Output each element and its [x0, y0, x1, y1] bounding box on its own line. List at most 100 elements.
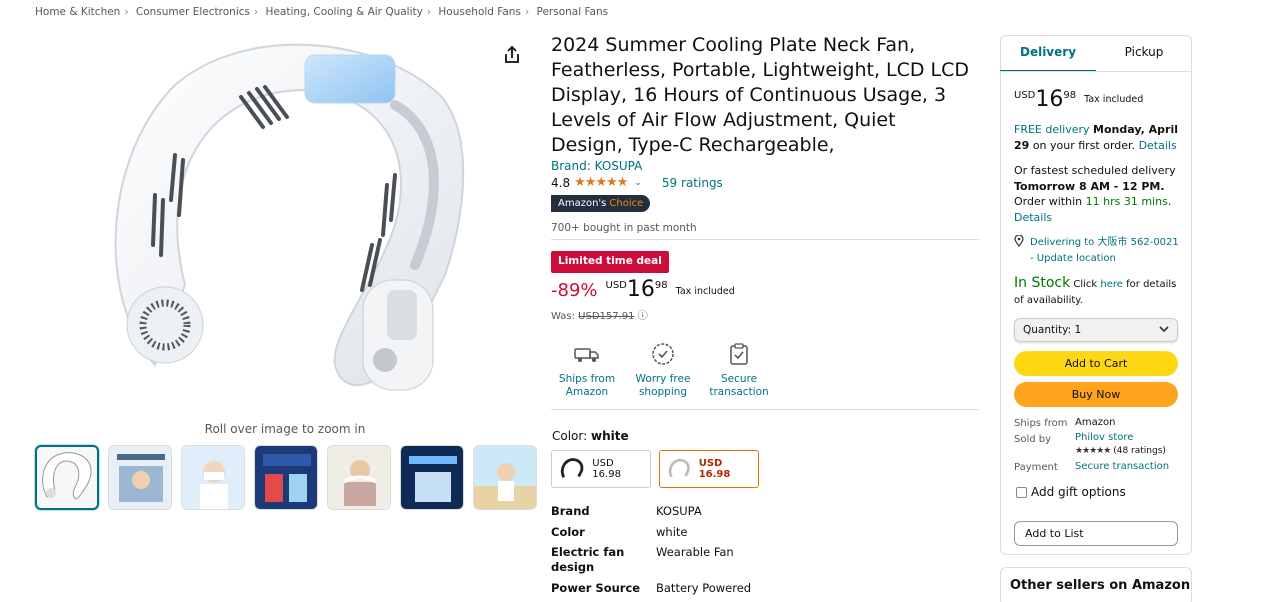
breadcrumb-separator: › [426, 6, 432, 18]
spec-key: Electric fan design [551, 545, 625, 574]
details-link[interactable]: Details [1014, 211, 1052, 224]
rating-value: 4.8 [551, 175, 571, 190]
here-link[interactable]: here [1100, 279, 1123, 290]
buy-now-button[interactable]: Buy Now [1014, 382, 1178, 407]
feature-label: Secure transaction [709, 373, 769, 398]
divider [551, 239, 979, 240]
spec-key: Brand [551, 504, 590, 518]
shield-badge-icon [632, 339, 694, 369]
badge-prefix: Amazon's [558, 198, 607, 209]
tax-note: Tax included [675, 286, 735, 297]
gift-options[interactable]: Add gift options [1016, 485, 1126, 499]
free-delivery-link[interactable]: FREE delivery [1014, 123, 1090, 136]
main-product-image[interactable] [95, 35, 475, 420]
color-swatch-black[interactable]: USD 16.98 [551, 450, 651, 488]
delivery-info: FREE delivery Monday, April 29 on your f… [1014, 122, 1182, 153]
color-label: Color: [552, 429, 588, 443]
feature-worry-free-shopping[interactable]: Worry free shopping [632, 339, 694, 399]
thumbnail-4[interactable] [254, 445, 318, 510]
spec-key: Power Source [551, 581, 641, 595]
swatch-price: USD 16.98 [592, 458, 621, 480]
spec-value: KOSUPA [656, 504, 702, 518]
sold-by-label: Sold by [1014, 434, 1052, 445]
other-sellers-title[interactable]: Other sellers on Amazon [1010, 578, 1190, 593]
spec-value: Battery Powered [656, 581, 752, 595]
color-swatch-white[interactable]: USD 16.98 [659, 450, 759, 488]
info-icon[interactable]: ⓘ [638, 311, 648, 322]
thumbnail-2[interactable] [108, 445, 172, 510]
seller-rating: ★★★★★ (48 ratings) [1075, 446, 1166, 456]
breadcrumb-item[interactable]: Heating, Cooling & Air Quality [266, 6, 423, 18]
in-stock-status: In Stock [1014, 275, 1071, 291]
thumbnail-7[interactable] [473, 445, 537, 510]
spec-value: Wearable Fan [656, 545, 734, 559]
stock-info: In Stock Click here for details of avail… [1014, 275, 1182, 308]
truck-icon [556, 339, 618, 369]
chevron-down-icon [1159, 324, 1169, 336]
price-row: -89% USD 16 98 Tax included [551, 278, 735, 302]
star-rating-icon[interactable]: ★★★★★ [574, 175, 628, 190]
discount-percent: -89% [551, 280, 598, 301]
gift-checkbox[interactable] [1016, 486, 1027, 498]
fastest-time: Tomorrow 8 AM - 12 PM [1014, 179, 1161, 193]
seller-link[interactable]: Philov store [1075, 432, 1133, 443]
countdown: 11 hrs 31 mins [1085, 195, 1168, 208]
seller-stars: ★★★★★ [1075, 446, 1111, 456]
ships-from-value: Amazon [1075, 417, 1116, 428]
deal-badge: Limited time deal [551, 251, 669, 273]
payment-link[interactable]: Secure transaction [1075, 461, 1169, 472]
zoom-hint: Roll over image to zoom in [204, 422, 366, 436]
feature-secure-transaction[interactable]: Secure transaction [708, 339, 770, 399]
add-to-cart-button[interactable]: Add to Cart [1014, 351, 1178, 376]
thumbnail-1[interactable] [35, 445, 99, 510]
price-fraction: 98 [654, 280, 668, 291]
black-fan-thumbnail [560, 458, 584, 479]
delivery-tabs: Delivery Pickup [1000, 35, 1192, 72]
rating-row: 4.8 ★★★★★ ⌄ 59 ratings [551, 175, 723, 190]
add-to-list-button[interactable]: Add to List [1014, 521, 1178, 546]
feature-label: Ships from Amazon [558, 373, 616, 398]
was-price: Was: USD157.91 ⓘ [551, 307, 648, 322]
breadcrumb-item[interactable]: Home & Kitchen [35, 6, 120, 18]
price-fraction: 98 [1063, 90, 1077, 101]
feature-ships-from-amazon[interactable]: Ships from Amazon [556, 339, 618, 399]
badge-choice: Choice [609, 198, 644, 209]
spec-key: Color [551, 525, 585, 539]
tab-pickup[interactable]: Pickup [1096, 35, 1192, 72]
divider [1000, 71, 1192, 72]
trust-features: Ships from Amazon Worry free shopping Se… [556, 339, 770, 399]
order-within: Order within [1014, 195, 1083, 208]
breadcrumb-item[interactable]: Consumer Electronics [136, 6, 250, 18]
details-link[interactable]: Details [1139, 139, 1177, 152]
breadcrumb-item[interactable]: Personal Fans [536, 6, 608, 18]
delivery-location[interactable]: Delivering to 大阪市 562-0021 - Update loca… [1014, 234, 1182, 266]
price-whole: 16 [626, 277, 655, 302]
thumbnail-3[interactable] [181, 445, 245, 510]
quantity-select[interactable]: Quantity: 1 [1014, 318, 1178, 342]
amazons-choice-badge: Amazon's Choice [551, 195, 651, 212]
share-icon[interactable] [500, 43, 524, 67]
neck-fan-image [114, 43, 465, 391]
breadcrumb-separator: › [124, 6, 129, 18]
payment-label: Payment [1014, 462, 1058, 473]
color-selector-label: Color: white [552, 429, 629, 443]
breadcrumb-separator: › [524, 6, 530, 18]
was-label: Was: [551, 311, 575, 322]
fastest-line: Or fastest scheduled delivery [1014, 164, 1176, 177]
location-text[interactable]: Delivering to 大阪市 562-0021 - Update loca… [1030, 235, 1180, 266]
thumbnail-6[interactable] [400, 445, 464, 510]
quantity-value: Quantity: 1 [1023, 324, 1082, 336]
product-title: 2024 Summer Cooling Plate Neck Fan, Feat… [551, 34, 970, 156]
thumbnail-5[interactable] [327, 445, 391, 510]
delivery-tail: on your first order. [1032, 138, 1136, 152]
feature-label: Worry free shopping [635, 373, 691, 398]
spec-value: white [656, 525, 688, 539]
ratings-count-link[interactable]: 59 ratings [662, 176, 723, 190]
tax-note: Tax included [1084, 94, 1144, 105]
breadcrumb-item[interactable]: Household Fans [438, 6, 521, 18]
bought-count: 700+ bought in past month [551, 222, 697, 234]
tab-delivery[interactable]: Delivery [1000, 35, 1096, 72]
divider [551, 409, 979, 410]
chevron-down-icon[interactable]: ⌄ [634, 178, 642, 188]
brand-link[interactable]: Brand: KOSUPA [551, 159, 642, 173]
